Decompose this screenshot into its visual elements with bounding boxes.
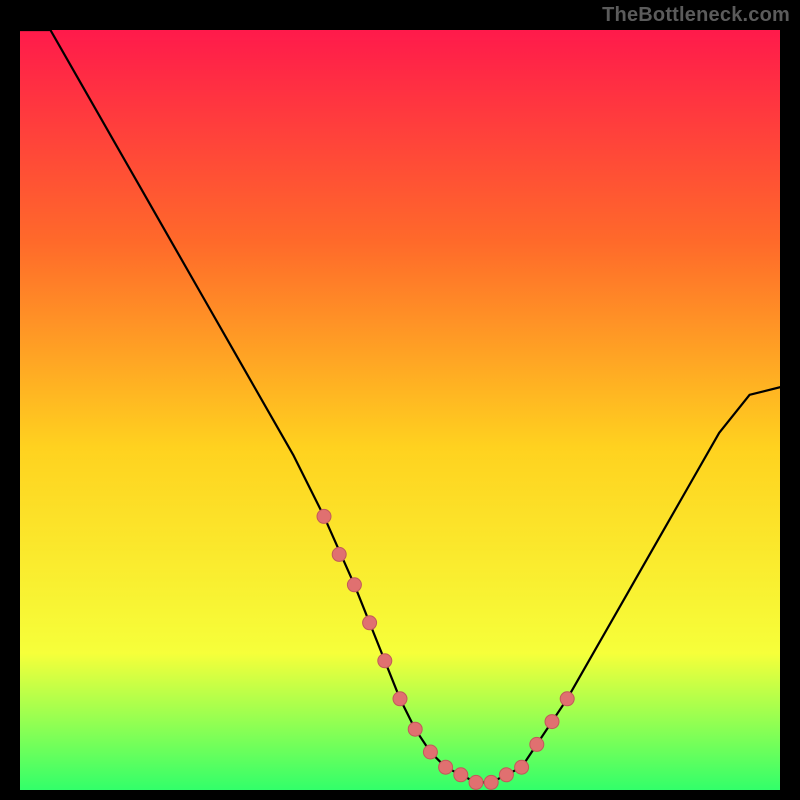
- data-marker: [332, 547, 346, 561]
- data-marker: [423, 745, 437, 759]
- data-marker: [515, 760, 529, 774]
- data-marker: [363, 616, 377, 630]
- plot-area: [20, 30, 780, 790]
- data-marker: [545, 715, 559, 729]
- data-marker: [378, 654, 392, 668]
- data-marker: [317, 509, 331, 523]
- chart-container: TheBottleneck.com: [0, 0, 800, 800]
- data-marker: [408, 722, 422, 736]
- data-marker: [469, 775, 483, 789]
- data-marker: [393, 692, 407, 706]
- gradient-background: [20, 30, 780, 790]
- watermark-text: TheBottleneck.com: [602, 4, 790, 27]
- chart-svg: [20, 30, 780, 790]
- data-marker: [454, 768, 468, 782]
- data-marker: [439, 760, 453, 774]
- data-marker: [347, 578, 361, 592]
- data-marker: [484, 775, 498, 789]
- data-marker: [560, 692, 574, 706]
- data-marker: [499, 768, 513, 782]
- data-marker: [530, 737, 544, 751]
